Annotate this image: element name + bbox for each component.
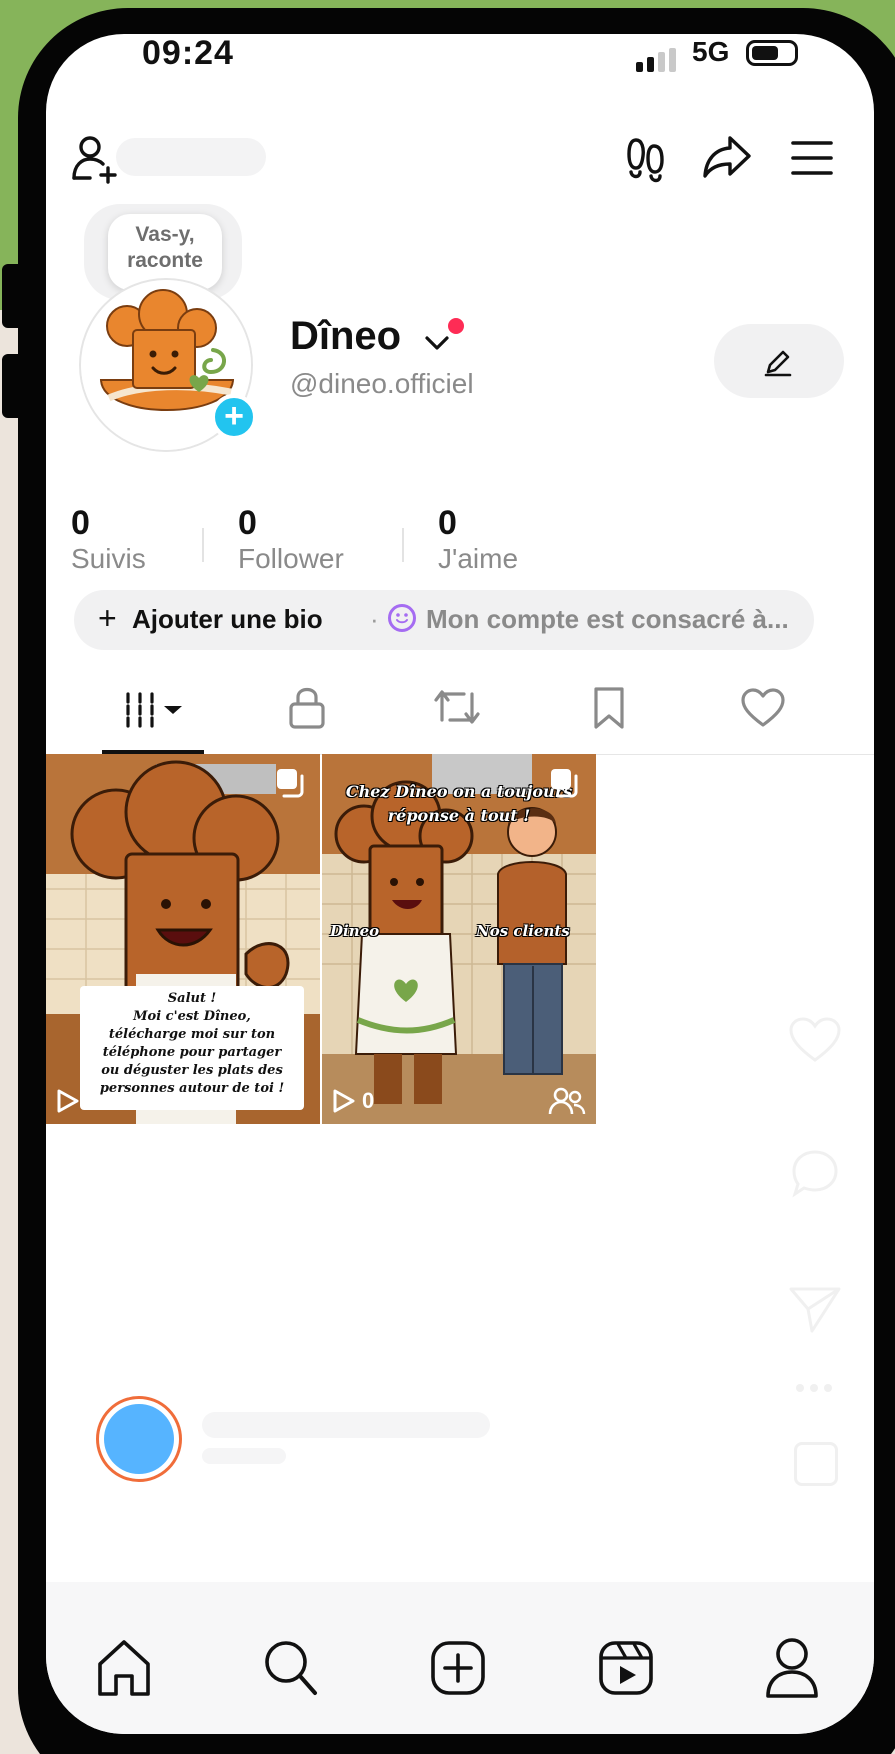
ghost-heart-icon [789,1017,841,1062]
stat-likes-label: J'aime [438,543,519,574]
home-icon[interactable] [96,1638,152,1698]
grid-icon[interactable] [124,690,184,730]
post-thumbnail-1[interactable]: Salut ! Moi c'est Dîneo, télécharge moi … [46,754,320,1124]
network-label: 5G [692,36,730,67]
create-icon[interactable] [430,1640,486,1696]
lock-icon[interactable] [288,684,326,730]
add-story-button[interactable]: + [211,394,257,440]
ghost-more-icon [796,1384,832,1392]
ghost-avatar [96,1396,182,1482]
stat-likes[interactable]: 0 J'aime [438,504,518,575]
stat-following-label: Suivis [71,543,146,574]
search-icon[interactable] [262,1638,318,1698]
heart-icon[interactable] [740,688,786,728]
add-bio-label: Ajouter une bio [132,604,323,634]
post-1-views: 0 [86,1088,99,1113]
ghost-text-line [202,1448,286,1464]
stat-followers-label: Follower [238,543,344,574]
plus-icon: + [98,600,117,636]
post-2-label-right: Nos clients [476,922,570,940]
profile-name[interactable]: Dîneo [290,314,401,359]
post-2-views: 0 [362,1088,375,1113]
header-placeholder [116,138,266,176]
play-icon [333,1089,355,1113]
status-time: 09:24 [142,34,234,72]
signal-icon [636,48,676,72]
title-line: réponse à tout ! [387,806,531,825]
caption-line: personnes autour de toi ! [99,1081,285,1096]
play-icon [57,1089,79,1113]
phone-screen: 09:24 5G Vas-y, raconte + Dîneo @dineo.o… [46,34,874,1734]
ghost-comment-icon [792,1150,838,1198]
caption-line: Salut ! [167,991,217,1006]
edit-profile-button[interactable] [714,324,844,398]
post-1-caption: Salut ! Moi c'est Dîneo, télécharge moi … [80,990,304,1098]
stat-following[interactable]: 0 Suivis [71,504,146,575]
battery-icon [746,40,798,66]
caption-line: Moi c'est Dîneo, [133,1009,251,1024]
caption-line: téléphone pour partager [102,1045,282,1060]
chevron-down-icon[interactable] [424,334,450,352]
stat-followers-value: 0 [238,504,257,542]
reels-icon[interactable] [598,1640,654,1696]
ghost-send-icon [789,1287,841,1333]
caption-line: télécharge moi sur ton [108,1027,276,1042]
edit-icon [764,350,792,377]
bio-suggestion: Mon compte est consacré à... [426,604,789,634]
collab-icon [548,1087,586,1115]
share-icon[interactable] [702,134,752,180]
add-user-icon[interactable] [70,134,124,184]
post-thumbnail-2[interactable]: Chez Dîneo on a toujours réponse à tout … [322,754,596,1124]
ghost-text-line [202,1412,490,1438]
menu-icon[interactable] [790,138,834,178]
stat-divider [202,528,204,562]
ghost-sound-tile [794,1442,838,1486]
bookmark-icon[interactable] [592,686,626,730]
post-2-label-left: Dineo [330,922,380,940]
stat-following-value: 0 [71,504,90,542]
footprints-icon[interactable] [624,134,668,184]
stat-likes-value: 0 [438,504,457,542]
multi-photo-icon [551,769,578,798]
caption-line: ou déguster les plats des [101,1063,283,1078]
bubble-line-1: Vas-y, [135,223,195,246]
profile-icon[interactable] [764,1636,820,1700]
bottom-navigation [46,1582,874,1734]
multi-photo-icon [277,769,304,798]
add-bio-button[interactable]: + Ajouter une bio · Mon compte est consa… [74,590,814,650]
notification-dot [448,318,464,334]
bio-separator: · [370,604,379,634]
bubble-line-2: raconte [127,249,203,272]
smile-icon [388,604,416,632]
repost-icon[interactable] [434,686,480,728]
stat-followers[interactable]: 0 Follower [238,504,344,575]
profile-handle: @dineo.officiel [290,368,474,399]
stat-divider [402,528,404,562]
